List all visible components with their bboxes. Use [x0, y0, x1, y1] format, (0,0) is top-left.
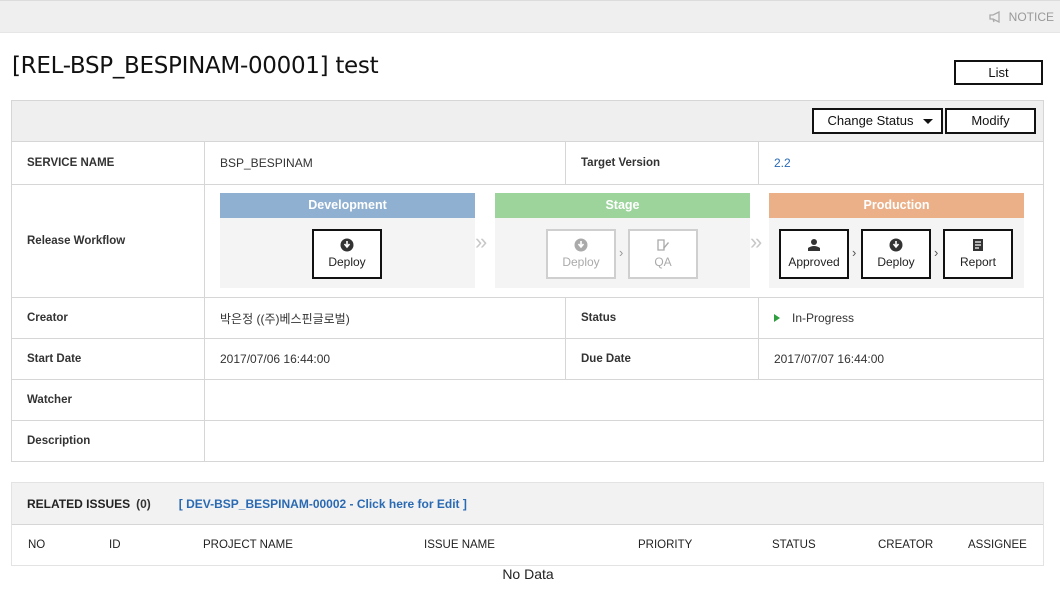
no-data-message: No Data [502, 566, 554, 582]
start-date-value: 2017/07/06 16:44:00 [220, 352, 331, 366]
column-header-project-name: PROJECT NAME [203, 539, 293, 551]
watcher-label: Watcher [27, 394, 72, 406]
workflow-row: Release Workflow Development Deploy » St… [12, 185, 1043, 298]
development-stage-title: Development [220, 193, 475, 218]
stage-stage-title: Stage [495, 193, 750, 218]
stage-qa-button: QA [628, 229, 698, 279]
change-status-label: Change Status [827, 113, 914, 128]
stage-qa-label: QA [654, 255, 672, 269]
production-report-button[interactable]: Report [943, 229, 1013, 279]
list-button[interactable]: List [954, 60, 1043, 85]
creator-value: 박은정 ((주)베스핀글로벌) [220, 311, 350, 326]
production-stage-title: Production [769, 193, 1024, 218]
creator-row: Creator 박은정 ((주)베스핀글로벌) Status In-Progre… [12, 298, 1043, 339]
dates-row: Start Date 2017/07/06 16:44:00 Due Date … [12, 339, 1043, 380]
download-circle-icon [340, 238, 354, 252]
top-bar: NOTICE [0, 0, 1060, 33]
related-issues-panel: RELATED ISSUES (0) [ DEV-BSP_BESPINAM-00… [11, 482, 1044, 566]
status-value: In-Progress [759, 298, 1043, 338]
column-header-id: ID [109, 539, 121, 551]
target-version-label: Target Version [581, 157, 661, 169]
creator-label: Creator [27, 312, 68, 324]
related-issues-title: RELATED ISSUES [27, 496, 131, 511]
edit-icon [657, 239, 669, 251]
chevron-right-icon: › [934, 245, 939, 260]
detail-toolbar: Change Status Modify [12, 101, 1043, 142]
service-name-value: BSP_BESPINAM [220, 156, 313, 170]
production-deploy-button[interactable]: Deploy [861, 229, 931, 279]
megaphone-icon [989, 11, 1003, 23]
download-circle-icon [574, 238, 588, 252]
column-header-issue-name: ISSUE NAME [424, 539, 495, 551]
user-icon [808, 239, 820, 251]
chevron-right-icon: › [619, 245, 624, 260]
column-header-assignee: ASSIGNEE [968, 539, 1027, 551]
watcher-row: Watcher [12, 380, 1043, 421]
related-issues-count: (0) [136, 496, 151, 511]
production-deploy-label: Deploy [877, 255, 915, 269]
stage-stage: Stage Deploy › QA [495, 193, 750, 288]
status-label: Status [581, 312, 617, 324]
production-approved-button[interactable]: Approved [779, 229, 849, 279]
caret-down-icon [923, 119, 933, 124]
column-header-no: NO [28, 539, 46, 551]
workflow-label: Release Workflow [27, 235, 126, 247]
due-date-value: 2017/07/07 16:44:00 [774, 352, 885, 366]
column-header-status: STATUS [772, 539, 816, 551]
status-text: In-Progress [792, 311, 855, 325]
description-label: Description [27, 435, 91, 447]
play-icon [774, 314, 780, 322]
download-circle-icon [889, 238, 903, 252]
notice-link[interactable]: NOTICE [989, 10, 1054, 24]
notice-label: NOTICE [1008, 10, 1054, 24]
development-deploy-button[interactable]: Deploy [312, 229, 382, 279]
column-header-creator: CREATOR [878, 539, 934, 551]
related-issues-header: RELATED ISSUES (0) [ DEV-BSP_BESPINAM-00… [12, 483, 1043, 525]
page-title: [REL-BSP_BESPINAM-00001] test [12, 53, 379, 79]
chevron-right-icon: › [852, 245, 857, 260]
service-name-label: SERVICE NAME [27, 157, 115, 169]
production-stage: Production Approved › Deploy › Report [769, 193, 1024, 288]
production-report-label: Report [959, 255, 997, 269]
target-version-link[interactable]: 2.2 [759, 142, 1043, 184]
release-detail-panel: Change Status Modify SERVICE NAME BSP_BE… [11, 100, 1044, 462]
change-status-dropdown[interactable]: Change Status [812, 108, 943, 134]
modify-button[interactable]: Modify [945, 108, 1036, 134]
production-approved-label: Approved [788, 255, 840, 269]
stage-deploy-label: Deploy [562, 255, 600, 269]
document-icon [973, 239, 983, 251]
development-stage: Development Deploy [220, 193, 475, 288]
double-chevron-icon: » [475, 229, 488, 254]
column-header-priority: PRIORITY [638, 539, 693, 551]
double-chevron-icon: » [750, 229, 763, 254]
edit-related-issue-link[interactable]: [ DEV-BSP_BESPINAM-00002 - Click here fo… [179, 497, 467, 511]
description-row: Description [12, 421, 1043, 461]
stage-deploy-button: Deploy [546, 229, 616, 279]
start-date-label: Start Date [27, 353, 82, 365]
development-deploy-label: Deploy [328, 255, 366, 269]
due-date-label: Due Date [581, 353, 631, 365]
service-row: SERVICE NAME BSP_BESPINAM Target Version… [12, 142, 1043, 185]
